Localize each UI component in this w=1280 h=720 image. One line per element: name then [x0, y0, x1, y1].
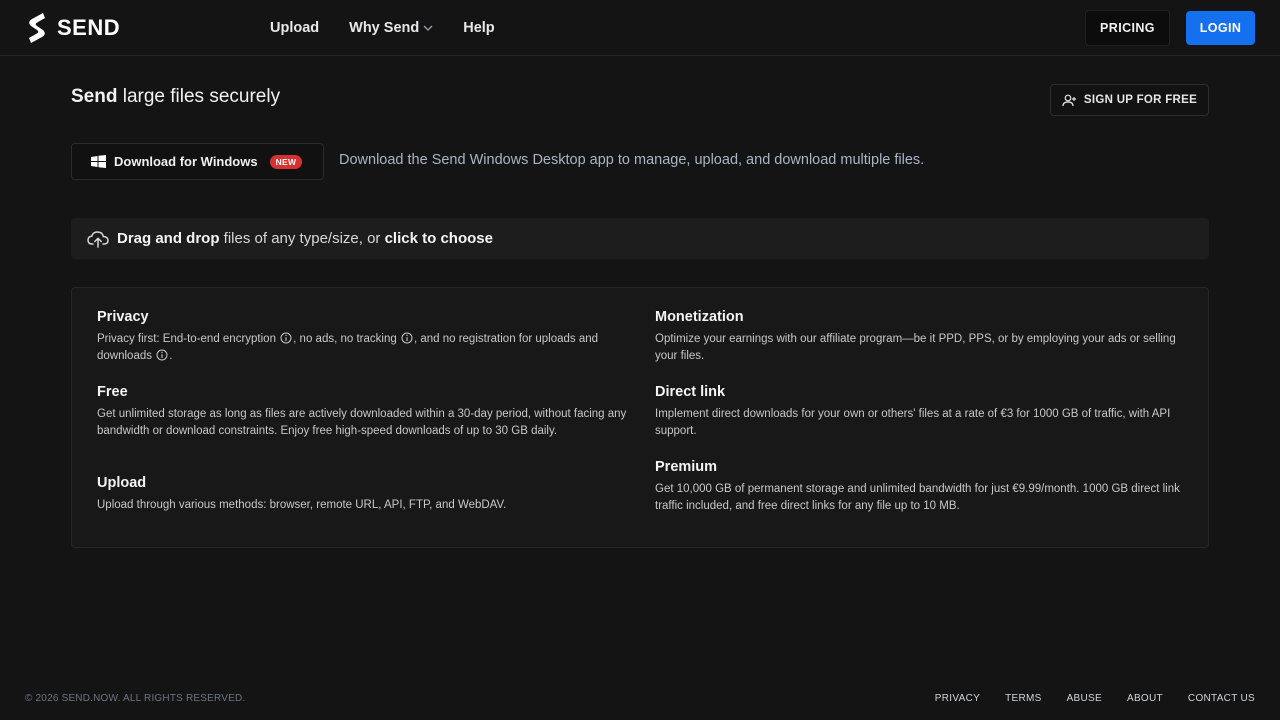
info-icon[interactable]	[401, 332, 413, 344]
feature-monetization-title: Monetization	[655, 309, 744, 325]
footer-link-about[interactable]: ABOUT	[1127, 693, 1163, 704]
footer-links: PRIVACY TERMS ABUSE ABOUT CONTACT US	[935, 693, 1255, 704]
download-description: Download the Send Windows Desktop app to…	[339, 152, 925, 168]
nav-why-send-label: Why Send	[349, 19, 420, 36]
page-title-rest: large files securely	[117, 86, 281, 107]
feature-direct-link-title: Direct link	[655, 384, 726, 400]
feature-direct-link-text: Implement direct downloads for your own …	[655, 408, 1171, 437]
login-button[interactable]: LOGIN	[1186, 11, 1255, 45]
download-windows-button[interactable]: Download for Windows NEW	[71, 143, 324, 180]
sign-up-label: SIGN UP FOR FREE	[1083, 94, 1198, 106]
sign-up-button[interactable]: SIGN UP FOR FREE	[1050, 84, 1209, 116]
feature-privacy: Privacy Privacy first: End-to-end encryp…	[97, 309, 627, 365]
footer-link-privacy[interactable]: PRIVACY	[935, 693, 980, 704]
feature-free: Free Get unlimited storage as long as fi…	[97, 384, 627, 440]
copyright-text: © 2026 SEND.NOW. ALL RIGHTS RESERVED.	[25, 692, 246, 704]
footer-link-contact[interactable]: CONTACT US	[1188, 693, 1255, 704]
info-icon[interactable]	[280, 332, 292, 344]
dropzone-strong-click[interactable]: click to choose	[385, 230, 493, 247]
privacy-text-part1: Privacy first: End-to-end encryption	[97, 333, 276, 345]
header-actions: PRICING LOGIN	[1085, 10, 1255, 46]
dropzone-strong-drag: Drag and drop	[117, 230, 220, 247]
features-panel: Privacy Privacy first: End-to-end encryp…	[71, 287, 1209, 548]
footer-link-abuse[interactable]: ABUSE	[1067, 693, 1102, 704]
feature-free-title: Free	[97, 384, 128, 400]
new-badge: NEW	[269, 154, 303, 169]
pricing-button[interactable]: PRICING	[1085, 10, 1170, 46]
brand-logo[interactable]: SEND	[25, 11, 270, 45]
send-logo-icon	[29, 12, 45, 43]
feature-privacy-title: Privacy	[97, 309, 149, 325]
windows-icon	[91, 155, 106, 168]
feature-monetization-text: Optimize your earnings with our affiliat…	[655, 333, 1176, 362]
nav-why-send[interactable]: Why Send	[349, 20, 433, 36]
page-footer: © 2026 SEND.NOW. ALL RIGHTS RESERVED. PR…	[0, 676, 1280, 720]
main-nav: Upload Why Send Help	[270, 20, 495, 36]
nav-help[interactable]: Help	[463, 20, 494, 36]
privacy-text-part4: .	[169, 350, 173, 362]
download-windows-label: Download for Windows	[114, 154, 258, 169]
feature-premium: Premium Get 10,000 GB of permanent stora…	[655, 459, 1185, 515]
footer-link-terms[interactable]: TERMS	[1005, 693, 1042, 704]
dropzone-text: Drag and drop files of any type/size, or…	[117, 230, 493, 247]
feature-premium-title: Premium	[655, 459, 718, 475]
privacy-text-part2: , no ads, no tracking	[293, 333, 397, 345]
page-title-strong: Send	[71, 86, 118, 107]
nav-upload[interactable]: Upload	[270, 20, 319, 36]
cloud-upload-icon	[87, 230, 109, 248]
info-icon[interactable]	[156, 349, 168, 361]
feature-upload-text: Upload through various methods: browser,…	[97, 499, 507, 511]
brand-name: SEND	[57, 14, 121, 40]
feature-free-text: Get unlimited storage as long as files a…	[97, 408, 627, 437]
user-plus-icon	[1062, 94, 1076, 106]
chevron-down-icon	[423, 25, 433, 31]
nav-help-label: Help	[463, 19, 495, 36]
feature-direct-link: Direct link Implement direct downloads f…	[655, 384, 1185, 440]
page-title: Send large files securely	[71, 86, 280, 108]
feature-upload-title: Upload	[97, 475, 147, 491]
dropzone-middle: files of any type/size, or	[219, 230, 385, 247]
feature-privacy-text: Privacy first: End-to-end encryption , n…	[97, 331, 627, 365]
feature-upload: Upload Upload through various methods: b…	[97, 475, 627, 514]
feature-monetization: Monetization Optimize your earnings with…	[655, 309, 1185, 365]
nav-upload-label: Upload	[270, 19, 320, 36]
file-dropzone[interactable]: Drag and drop files of any type/size, or…	[71, 218, 1209, 259]
feature-premium-text: Get 10,000 GB of permanent storage and u…	[655, 483, 1180, 512]
top-header: SEND Upload Why Send Help PRICING LOGIN	[0, 0, 1280, 56]
